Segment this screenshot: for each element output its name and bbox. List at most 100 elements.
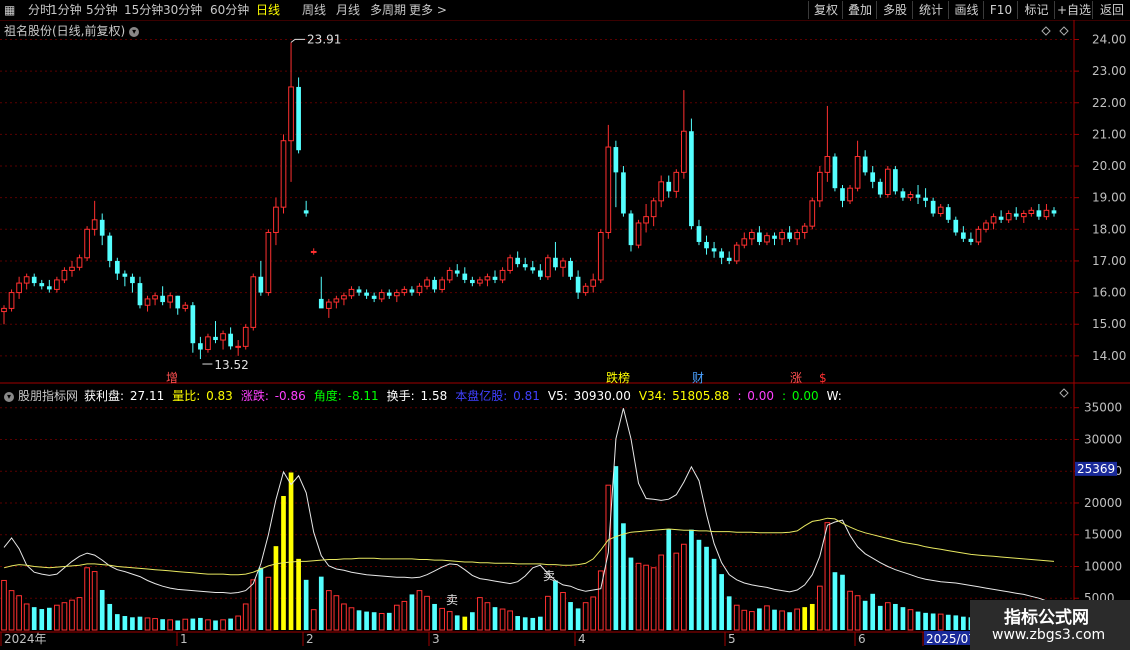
candle-body	[492, 276, 498, 280]
candle-body	[757, 232, 762, 242]
candle-body	[265, 231, 272, 294]
candle-body	[393, 292, 400, 297]
watermark-title: 指标公式网	[1004, 608, 1089, 628]
volume-bar	[749, 611, 755, 631]
volume-bar	[824, 522, 831, 631]
event-marker[interactable]: 财	[692, 371, 704, 385]
volume-bar	[378, 612, 385, 631]
candle-body	[801, 225, 808, 233]
candle-body	[613, 147, 619, 173]
candle-body	[462, 273, 468, 280]
volume-bar	[907, 609, 914, 631]
volume-bar	[794, 608, 801, 631]
candle-body	[167, 295, 174, 303]
candle-body	[809, 200, 816, 227]
volume-bar	[167, 619, 174, 631]
candle-body	[280, 140, 287, 208]
price-tick-label: 17.00	[1092, 254, 1126, 268]
candle-body	[341, 295, 347, 300]
volume-bar	[877, 605, 883, 630]
volume-bar	[862, 600, 868, 630]
candle-body	[114, 260, 120, 274]
candle-body	[741, 238, 748, 246]
volume-bar	[945, 614, 951, 630]
candle-body	[1013, 213, 1019, 217]
candle-body	[1043, 209, 1050, 218]
volume-tick-label: 15000	[1084, 528, 1122, 542]
candle-body	[1028, 209, 1035, 214]
candle-body	[870, 172, 876, 182]
candle-body	[816, 171, 823, 202]
candle-body	[69, 266, 75, 271]
diamond-icon[interactable]	[1041, 26, 1051, 36]
volume-tick-label: 30000	[1084, 432, 1122, 446]
event-marker[interactable]: $	[819, 371, 827, 385]
candle-body	[356, 289, 362, 293]
volume-bar	[477, 597, 483, 631]
event-marker[interactable]: 涨	[790, 370, 802, 385]
volume-bar	[213, 620, 218, 630]
candle-body	[122, 273, 128, 277]
high-pointer	[290, 38, 306, 43]
price-tick-label: 16.00	[1092, 286, 1126, 300]
volume-bar	[787, 612, 792, 630]
kline-chart[interactable]: 24.00 23.00 22.00 21.00 20.00 19.00 18.00 17.00…	[0, 0, 1130, 650]
volume-bar	[779, 610, 785, 631]
volume-marker-label: 25369	[1077, 462, 1115, 476]
volume-bar	[915, 611, 921, 630]
volume-bar	[386, 612, 392, 630]
volume-tick-label: 10000	[1084, 559, 1122, 573]
candle-body	[107, 235, 113, 261]
volume-bar	[847, 590, 853, 631]
candle-body	[900, 191, 906, 198]
volume-bar	[107, 603, 113, 630]
candle-body	[152, 295, 158, 300]
candle-body	[477, 279, 483, 284]
volume-bar	[757, 608, 762, 630]
volume-bar	[250, 579, 257, 631]
volume-bar	[923, 612, 928, 630]
volume-bar	[91, 571, 98, 631]
candle-body	[446, 269, 453, 281]
volume-bar	[220, 619, 226, 631]
volume-bar	[575, 608, 581, 630]
volume-bar	[144, 617, 151, 631]
diamond-icon[interactable]	[1059, 388, 1069, 398]
candle-body	[854, 156, 861, 189]
candle-body	[998, 216, 1004, 220]
watermark-url: www.zbgs3.com	[992, 627, 1106, 643]
diamond-icon[interactable]	[1059, 26, 1069, 36]
candle-body	[666, 181, 672, 192]
volume-bar	[741, 609, 748, 631]
candle-body	[61, 269, 68, 281]
volume-bar	[961, 616, 966, 630]
candle-body	[144, 298, 151, 306]
candle-body	[175, 295, 181, 309]
volume-bar	[190, 618, 196, 630]
candle-body	[364, 292, 369, 296]
volume-bar	[613, 466, 619, 630]
event-marker[interactable]: 增	[166, 371, 178, 385]
volume-bar	[273, 546, 279, 630]
volume-bar	[658, 554, 665, 631]
candle-body	[31, 276, 37, 284]
volume-bar	[401, 600, 408, 631]
candle-body	[198, 343, 203, 350]
event-marker[interactable]: 跌榜	[606, 370, 630, 385]
volume-bar	[560, 592, 566, 631]
volume-bar	[16, 595, 22, 631]
candle-body	[439, 279, 445, 290]
volume-bar	[122, 616, 128, 630]
candle-body	[1020, 212, 1027, 218]
candle-body	[318, 298, 324, 309]
candle-body	[76, 257, 83, 268]
candle-body	[953, 219, 959, 233]
volume-bar	[288, 472, 294, 630]
volume-bar	[643, 564, 649, 631]
volume-bar	[198, 617, 203, 630]
candle-body	[1005, 212, 1012, 221]
candle-body	[470, 279, 475, 284]
volume-bar	[205, 619, 211, 631]
volume-bar	[650, 567, 657, 631]
candle-body	[530, 267, 536, 271]
